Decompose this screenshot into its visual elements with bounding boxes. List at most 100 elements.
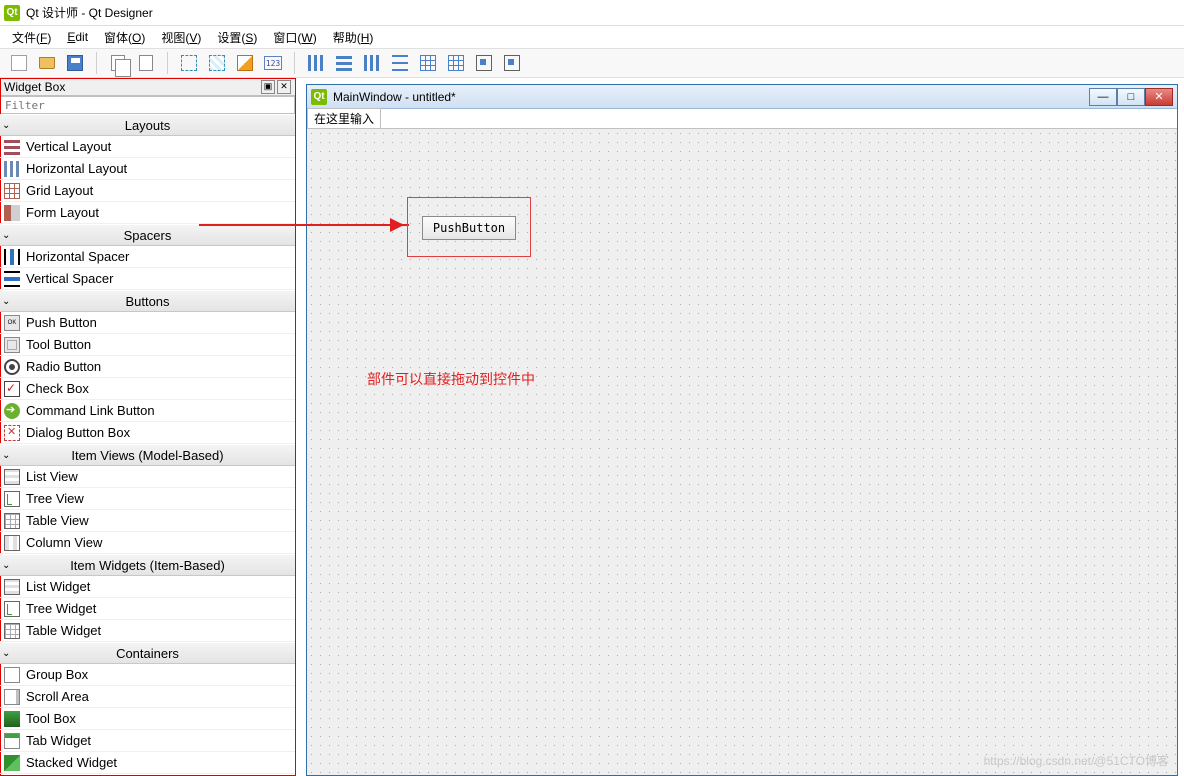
form-body[interactable]: PushButton 部件可以直接拖动到控件中 https://blog.csd…	[307, 129, 1177, 775]
vertical-layout-icon	[4, 139, 20, 155]
chevron-down-icon: ⌄	[2, 450, 10, 461]
toolbar-separator	[167, 52, 168, 74]
widget-item[interactable]: Horizontal Layout	[0, 158, 295, 180]
widget-category-header[interactable]: ⌄Layouts	[0, 114, 295, 136]
edit-widgets-icon	[181, 55, 197, 71]
edit-tab-order-button[interactable]: 123	[260, 50, 286, 76]
widget-item[interactable]: Vertical Spacer	[0, 268, 295, 290]
layout-vertical-button[interactable]	[331, 50, 357, 76]
edit-widgets-button[interactable]	[176, 50, 202, 76]
tab-widget-icon	[4, 733, 20, 749]
toolbar: 123	[0, 48, 1184, 78]
annotation-arrow-icon	[199, 224, 409, 226]
widget-item[interactable]: Table View	[0, 510, 295, 532]
form-window-titlebar[interactable]: Qt MainWindow - untitled* — □ ✕	[307, 85, 1177, 109]
widget-item[interactable]: Form Layout	[0, 202, 295, 224]
widget-item[interactable]: Column View	[0, 532, 295, 554]
widget-item[interactable]: Grid Layout	[0, 180, 295, 202]
copy-button[interactable]	[105, 50, 131, 76]
widget-item[interactable]: Stacked Widget	[0, 752, 295, 774]
menu-edit[interactable]: Edit	[59, 28, 96, 46]
edit-signals-icon	[209, 55, 225, 71]
watermark-text: https://blog.csdn.net/@51CTO博客	[984, 752, 1169, 769]
category-label: Item Widgets (Item-Based)	[0, 558, 295, 573]
widget-item[interactable]: Table Widget	[0, 620, 295, 642]
form-window: Qt MainWindow - untitled* — □ ✕ 在这里输入 Pu…	[306, 84, 1178, 776]
menu-settings[interactable]: 设置(S)	[209, 27, 265, 48]
form-menu-hint[interactable]: 在这里输入	[307, 108, 381, 129]
widget-item[interactable]: Tool Box	[0, 708, 295, 730]
widget-item-label: List Widget	[26, 579, 90, 594]
menu-file[interactable]: 文件(F)	[4, 27, 59, 48]
tool-box-icon	[4, 711, 20, 727]
widget-item[interactable]: Scroll Area	[0, 686, 295, 708]
widget-item[interactable]: Check Box	[0, 378, 295, 400]
layout-grid-icon	[420, 55, 436, 71]
tab-order-icon: 123	[264, 56, 282, 70]
new-button[interactable]	[6, 50, 32, 76]
widget-box-close-icon[interactable]: ✕	[277, 80, 291, 94]
widget-item-label: Stacked Widget	[26, 755, 117, 770]
widget-category-header[interactable]: ⌄Buttons	[0, 290, 295, 312]
widget-item[interactable]: Vertical Layout	[0, 136, 295, 158]
save-button[interactable]	[62, 50, 88, 76]
dialog-button-box-icon	[4, 425, 20, 441]
menu-window[interactable]: 窗口(W)	[265, 27, 324, 48]
menu-form[interactable]: 窗体(O)	[96, 27, 153, 48]
widget-item[interactable]: Tree View	[0, 488, 295, 510]
widget-category-header[interactable]: ⌄Spacers	[0, 224, 295, 246]
widget-item-label: Radio Button	[26, 359, 101, 374]
layout-v-splitter-button[interactable]	[387, 50, 413, 76]
category-label: Layouts	[0, 118, 295, 133]
chevron-down-icon: ⌄	[2, 560, 10, 571]
widget-item[interactable]: OKPush Button	[0, 312, 295, 334]
widget-item[interactable]: Group Box	[0, 664, 295, 686]
widget-item-label: Command Link Button	[26, 403, 155, 418]
widget-category-header[interactable]: ⌄Item Widgets (Item-Based)	[0, 554, 295, 576]
minimize-icon[interactable]: —	[1089, 88, 1117, 106]
widget-item[interactable]: Command Link Button	[0, 400, 295, 422]
widget-item[interactable]: Radio Button	[0, 356, 295, 378]
widget-item[interactable]: Dialog Button Box	[0, 422, 295, 444]
close-icon[interactable]: ✕	[1145, 88, 1173, 106]
form-window-title: MainWindow - untitled*	[333, 90, 456, 104]
adjust-size-icon	[504, 55, 520, 71]
file-new-icon	[11, 55, 27, 71]
widget-item[interactable]: List Widget	[0, 576, 295, 598]
widget-box-panel: Widget Box ▣ ✕ ▲ ⌄LayoutsVertical Layout…	[0, 78, 296, 776]
widget-item[interactable]: Tool Button	[0, 334, 295, 356]
paste-button[interactable]	[133, 50, 159, 76]
drop-selection-box: PushButton	[407, 197, 531, 257]
qt-form-icon: Qt	[311, 89, 327, 105]
paste-icon	[139, 55, 153, 71]
menu-help[interactable]: 帮助(H)	[325, 27, 382, 48]
edit-buddies-button[interactable]	[232, 50, 258, 76]
edit-signals-button[interactable]	[204, 50, 230, 76]
layout-grid-button[interactable]	[415, 50, 441, 76]
widget-box-title: Widget Box	[4, 80, 65, 94]
adjust-size-button[interactable]	[499, 50, 525, 76]
menu-view[interactable]: 视图(V)	[153, 27, 209, 48]
layout-horizontal-button[interactable]	[303, 50, 329, 76]
widget-box-filter-input[interactable]	[0, 96, 295, 114]
widget-box-float-icon[interactable]: ▣	[261, 80, 275, 94]
category-label: Buttons	[0, 294, 295, 309]
widget-item[interactable]: Tab Widget	[0, 730, 295, 752]
widget-item-label: Tool Button	[26, 337, 91, 352]
widget-item[interactable]: List View	[0, 466, 295, 488]
open-button[interactable]	[34, 50, 60, 76]
layout-form-button[interactable]	[443, 50, 469, 76]
category-label: Containers	[0, 646, 295, 661]
widget-category-header[interactable]: ⌄Containers	[0, 642, 295, 664]
break-layout-button[interactable]	[471, 50, 497, 76]
layout-h-splitter-button[interactable]	[359, 50, 385, 76]
push-button-widget[interactable]: PushButton	[422, 216, 516, 240]
form-menubar[interactable]: 在这里输入	[307, 109, 1177, 129]
maximize-icon[interactable]: □	[1117, 88, 1145, 106]
widget-item-label: Scroll Area	[26, 689, 89, 704]
widget-item[interactable]: Horizontal Spacer	[0, 246, 295, 268]
widget-item[interactable]: Tree Widget	[0, 598, 295, 620]
vertical-spacer-icon	[4, 271, 20, 287]
layout-v-icon	[336, 55, 352, 71]
widget-category-header[interactable]: ⌄Item Views (Model-Based)	[0, 444, 295, 466]
